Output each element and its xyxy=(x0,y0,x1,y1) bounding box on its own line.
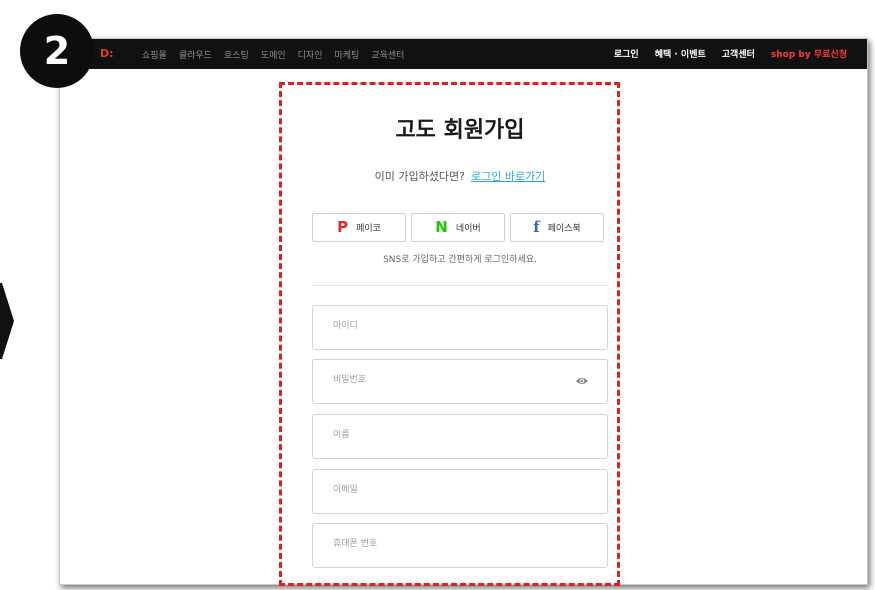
email-field xyxy=(312,469,608,514)
email-input[interactable] xyxy=(331,484,575,496)
menu-item-marketing[interactable]: 마케팅 xyxy=(335,48,360,61)
support-link[interactable]: 고객센터 xyxy=(722,47,755,60)
menu-item-domain[interactable]: 도메인 xyxy=(261,48,286,61)
section-divider xyxy=(312,285,608,286)
utility-menu: 로그인 혜택 · 이벤트 고객센터 shop by 무료신청 xyxy=(614,47,847,60)
password-field xyxy=(312,359,608,404)
menu-item-hosting[interactable]: 호스팅 xyxy=(224,48,249,61)
facebook-label: 페이스북 xyxy=(547,224,581,234)
name-field xyxy=(312,414,608,459)
facebook-signup-button[interactable]: f 페이스북 xyxy=(510,213,604,242)
page-title: 고도 회원가입 xyxy=(395,118,525,143)
existing-member-prompt: 이미 가입하셨다면? 로그인 바로가기 xyxy=(312,168,608,184)
existing-member-text: 이미 가입하셨다면? xyxy=(374,170,465,183)
step-number-badge: 2 xyxy=(20,14,94,88)
facebook-icon: f xyxy=(533,218,540,236)
phone-field xyxy=(312,523,608,568)
menu-item-cloud[interactable]: 클라우드 xyxy=(179,48,212,61)
payco-label: 페이코 xyxy=(356,224,381,234)
chevron-right-icon xyxy=(0,283,14,359)
naver-signup-button[interactable]: N 네이버 xyxy=(411,213,505,242)
payco-icon: P xyxy=(337,218,349,236)
sns-signup-note: SNS로 가입하고 간편하게 로그인하세요. xyxy=(383,255,537,265)
phone-input[interactable] xyxy=(331,538,575,550)
eye-icon[interactable] xyxy=(575,376,589,386)
menu-item-shoppingmall[interactable]: 쇼핑몰 xyxy=(142,48,167,61)
events-link[interactable]: 혜택 · 이벤트 xyxy=(655,47,706,60)
id-input[interactable] xyxy=(331,320,575,332)
name-input[interactable] xyxy=(331,429,575,441)
password-input[interactable] xyxy=(331,374,575,386)
payco-signup-button[interactable]: P 페이코 xyxy=(312,213,406,242)
menu-item-education[interactable]: 교육센터 xyxy=(371,48,404,61)
site-logo[interactable]: D: xyxy=(100,47,114,60)
login-shortcut-link[interactable]: 로그인 바로가기 xyxy=(471,170,545,183)
id-field xyxy=(312,305,608,350)
sns-login-buttons: P 페이코 N 네이버 f 페이스북 xyxy=(312,213,604,242)
shopby-promo-link[interactable]: shop by 무료신청 xyxy=(771,47,847,60)
login-link[interactable]: 로그인 xyxy=(614,47,639,60)
naver-icon: N xyxy=(435,218,448,236)
main-menu: 쇼핑몰 클라우드 호스팅 도메인 디자인 마케팅 교육센터 xyxy=(142,48,404,61)
naver-label: 네이버 xyxy=(455,224,481,234)
menu-item-design[interactable]: 디자인 xyxy=(298,48,323,61)
top-navigation-bar: D: 쇼핑몰 클라우드 호스팅 도메인 디자인 마케팅 교육센터 로그인 혜택 … xyxy=(60,39,867,69)
